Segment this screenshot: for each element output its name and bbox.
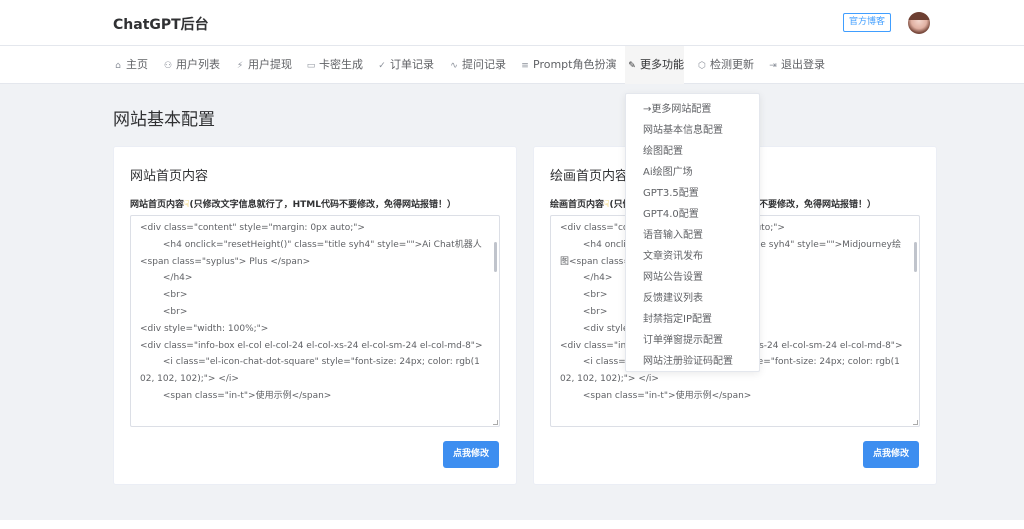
more-features-dropdown: →更多网站配置 网站基本信息配置 绘图配置 Ai绘图广场 GPT3.5配置 GP…	[625, 93, 760, 372]
nav-item-check-update[interactable]: ⬡ 检测更新	[697, 46, 754, 84]
code-line: <h4 onclick="resetHeight()" class="title…	[140, 239, 485, 267]
nav-item-label: 用户列表	[176, 58, 220, 71]
save-button[interactable]: 点我修改	[443, 441, 499, 468]
code-line: <div style="width: 100%;">	[140, 323, 269, 334]
label-prefix: 网站首页内容	[130, 200, 185, 210]
scrollbar[interactable]	[914, 242, 917, 272]
code-line: <span class="in-t">使用示例</span>	[560, 390, 752, 401]
homepage-content-card: 网站首页内容 网站首页内容☟(只修改文字信息就行了，HTML代码不要修改，免得网…	[113, 146, 517, 485]
official-blog-button[interactable]: 官方博客	[843, 13, 892, 32]
page-title: 网站基本配置	[113, 110, 215, 130]
dropdown-item[interactable]: 反馈建议列表	[626, 288, 759, 309]
code-line: <div class="info-box el-col el-col-24 el…	[140, 340, 483, 351]
dropdown-item[interactable]: 语音输入配置	[626, 225, 759, 246]
check-circle-icon: ✓	[378, 61, 386, 71]
cube-icon: ⬡	[698, 61, 706, 71]
nav-item-label: 更多功能	[640, 58, 684, 71]
card-title: 绘画首页内容	[550, 169, 629, 184]
nav-item-prompt-roles[interactable]: ≡ Prompt角色扮演	[520, 46, 616, 84]
dropdown-item[interactable]: 绘图配置	[626, 141, 759, 162]
dropdown-item[interactable]: GPT3.5配置	[626, 183, 759, 204]
nav-item-label: 卡密生成	[319, 58, 363, 71]
avatar[interactable]	[908, 12, 930, 34]
code-line: <br>	[140, 290, 188, 301]
card-icon: ▭	[306, 61, 316, 71]
card-field-label: 网站首页内容☟(只修改文字信息就行了，HTML代码不要修改，免得网站报错！）	[130, 197, 456, 210]
code-line: <br>	[140, 306, 188, 317]
dropdown-item[interactable]: 封禁指定IP配置	[626, 309, 759, 330]
nav-item-label: 检测更新	[710, 58, 754, 71]
nav-item-orders[interactable]: ✓ 订单记录	[377, 46, 434, 84]
card-title: 网站首页内容	[130, 169, 209, 184]
dropdown-item[interactable]: GPT4.0配置	[626, 204, 759, 225]
logout-icon: ⇥	[769, 61, 777, 71]
scrollbar[interactable]	[494, 242, 497, 272]
nav-item-label: 用户提现	[248, 58, 292, 71]
nav-item-home[interactable]: ⌂ 主页	[113, 46, 148, 84]
html-code-textarea[interactable]: <div class="content" style="margin: 0px …	[130, 215, 500, 427]
nav-item-questions[interactable]: ∿ 提问记录	[449, 46, 506, 84]
label-prefix: 绘画首页内容	[550, 200, 605, 210]
code-line: <span class="in-t">使用示例</span>	[140, 390, 332, 401]
pencil-icon: ✎	[628, 61, 636, 71]
nav-item-logout[interactable]: ⇥ 退出登录	[768, 46, 825, 84]
database-icon: ≡	[521, 61, 529, 71]
code-line: </h4>	[140, 273, 193, 284]
home-icon: ⌂	[115, 61, 121, 71]
activity-icon: ∿	[450, 61, 458, 71]
lightning-icon: ⚡	[236, 61, 244, 71]
top-header: ChatGPT后台 官方博客	[0, 0, 1024, 46]
nav-item-label: Prompt角色扮演	[533, 58, 617, 71]
nav-item-label: 提问记录	[462, 58, 506, 71]
code-line: <i class="el-icon-chat-dot-square" style…	[140, 357, 480, 385]
resize-handle[interactable]	[913, 420, 918, 425]
nav-item-label: 主页	[126, 58, 148, 71]
dropdown-item[interactable]: 网站基本信息配置	[626, 120, 759, 141]
nav-item-user-list[interactable]: ⚇ 用户列表	[163, 46, 220, 84]
dropdown-item[interactable]: Ai绘图广场	[626, 162, 759, 183]
nav-item-label: 退出登录	[781, 58, 825, 71]
dropdown-item[interactable]: →更多网站配置	[626, 99, 759, 120]
dropdown-item[interactable]: 文章资讯发布	[626, 246, 759, 267]
nav-item-more[interactable]: ✎ 更多功能	[625, 46, 684, 84]
brand-title: ChatGPT后台	[113, 17, 209, 33]
user-icon: ⚇	[163, 61, 173, 71]
dropdown-item[interactable]: 订单弹窗提示配置	[626, 330, 759, 351]
save-button[interactable]: 点我修改	[863, 441, 919, 468]
nav-item-label: 订单记录	[390, 58, 434, 71]
footer-bar	[0, 520, 1024, 529]
label-suffix: (只修改文字信息就行了，HTML代码不要修改，免得网站报错！）	[189, 200, 456, 210]
nav-item-withdraw[interactable]: ⚡ 用户提现	[235, 46, 292, 84]
dropdown-item[interactable]: 网站注册验证码配置	[626, 351, 759, 372]
dropdown-item[interactable]: 网站公告设置	[626, 267, 759, 288]
nav-item-card-generate[interactable]: ▭ 卡密生成	[306, 46, 363, 84]
resize-handle[interactable]	[493, 420, 498, 425]
code-line: <div class="content" style="margin: 0px …	[140, 223, 365, 233]
main-nav: ⌂ 主页 ⚇ 用户列表 ⚡ 用户提现 ▭ 卡密生成 ✓ 订单记录 ∿ 提问记录 ≡ Promp…	[0, 46, 1024, 84]
